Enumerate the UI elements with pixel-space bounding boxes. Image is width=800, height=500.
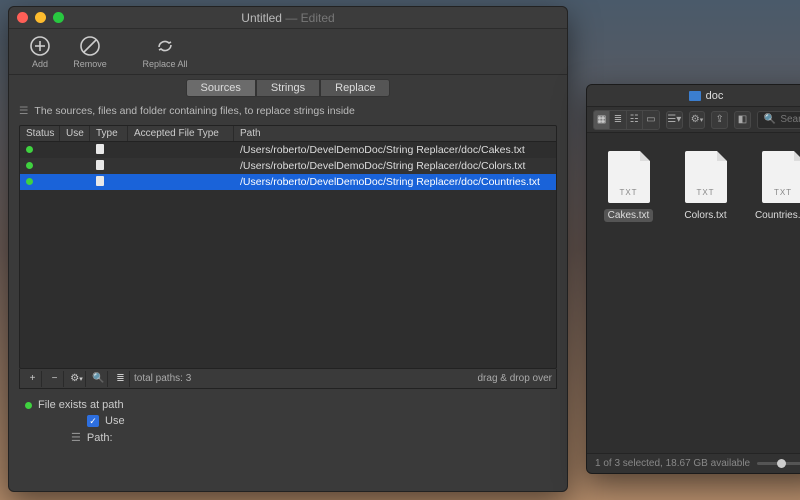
document-icon: TXT [762, 151, 800, 203]
file-exists-row: File exists at path [25, 397, 551, 413]
gear-icon: ⚙ [691, 114, 700, 125]
path-cell: /Users/roberto/DevelDemoDoc/String Repla… [234, 176, 556, 188]
file-icon [96, 176, 104, 186]
description-text: The sources, files and folder containing… [34, 105, 354, 117]
col-use[interactable]: Use [60, 126, 90, 141]
file-icon [96, 160, 104, 170]
add-row-button[interactable]: + [24, 371, 42, 387]
refresh-icon [154, 35, 176, 57]
finder-title: doc [706, 90, 724, 102]
no-circle-icon [79, 35, 101, 57]
col-path[interactable]: Path [234, 126, 556, 141]
finder-titlebar: doc [587, 85, 800, 107]
path-menu-icon[interactable]: ☰ [71, 431, 81, 444]
app-window: Untitled — Edited Add Remove Replace All… [8, 6, 568, 492]
finder-toolbar: ▦ ≣ ☷ ▭ ☰▾ ⚙▾ ⇪ ◧ 🔍 Search [587, 107, 800, 133]
file-icon [96, 144, 104, 154]
menu-icon[interactable]: ☰ [19, 105, 28, 117]
tab-replace[interactable]: Replace [320, 79, 390, 97]
tab-strings[interactable]: Strings [256, 79, 320, 97]
document-icon: TXT [608, 151, 650, 203]
status-dot-icon [26, 146, 33, 153]
drag-drop-hint: drag & drop over [478, 373, 553, 384]
add-button[interactable]: Add [19, 35, 61, 69]
finder-item[interactable]: TXTCountries.txt [755, 151, 800, 222]
add-label: Add [32, 59, 48, 69]
title-main: Untitled [241, 11, 282, 25]
footer: File exists at path ✓ Use ☰ Path: [9, 389, 567, 456]
share-button[interactable]: ⇪ [711, 111, 728, 129]
search-field[interactable]: 🔍 Search [757, 111, 800, 129]
search-placeholder: Search [780, 114, 800, 125]
group-by-button[interactable]: ☰▾ [666, 111, 683, 129]
title-suffix: — Edited [285, 11, 334, 25]
col-accepted-file-type[interactable]: Accepted File Type [128, 126, 234, 141]
view-segmented: ▦ ≣ ☷ ▭ [593, 110, 660, 130]
gear-icon: ⚙ [70, 373, 79, 384]
view-gallery-mode[interactable]: ▭ [643, 111, 659, 129]
view-list-mode[interactable]: ≣ [610, 111, 626, 129]
quicklook-button[interactable]: 🔍 [90, 371, 108, 387]
share-icon: ⇪ [716, 114, 724, 125]
table-body[interactable]: /Users/roberto/DevelDemoDoc/String Repla… [20, 142, 556, 368]
status-dot-icon [26, 162, 33, 169]
replace-all-label: Replace All [142, 59, 187, 69]
col-type[interactable]: Type [90, 126, 128, 141]
path-cell: /Users/roberto/DevelDemoDoc/String Repla… [234, 160, 556, 172]
sources-table: Status Use Type Accepted File Type Path … [19, 125, 557, 369]
magnify-icon: 🔍 [92, 373, 104, 384]
table-row[interactable]: /Users/roberto/DevelDemoDoc/String Repla… [20, 158, 556, 174]
path-label: Path: [87, 432, 113, 444]
tag-icon: ◧ [738, 114, 747, 125]
total-paths-label: total paths: 3 [134, 373, 191, 384]
file-name: Countries.txt [751, 209, 800, 222]
table-header: Status Use Type Accepted File Type Path [20, 126, 556, 142]
titlebar: Untitled — Edited [9, 7, 567, 29]
folder-icon [689, 91, 701, 101]
remove-button[interactable]: Remove [69, 35, 111, 69]
finder-item[interactable]: TXT Colors.txt [678, 151, 733, 222]
tab-sources[interactable]: Sources [186, 79, 256, 97]
table-row[interactable]: /Users/roberto/DevelDemoDoc/String Repla… [20, 174, 556, 190]
status-dot-icon [25, 402, 32, 409]
finder-icon-grid[interactable]: TXTCakes.txtTXTColors.txtTXTCountries.tx… [587, 133, 800, 453]
list-icon: ≣ [116, 373, 124, 384]
document-icon: TXT [685, 151, 727, 203]
path-cell: /Users/roberto/DevelDemoDoc/String Repla… [234, 144, 556, 156]
use-row: ✓ Use [87, 413, 551, 429]
action-menu-button[interactable]: ⚙▾ [689, 111, 706, 129]
remove-row-button[interactable]: − [46, 371, 64, 387]
gear-menu-button[interactable]: ⚙▾ [68, 371, 86, 387]
finder-status-text: 1 of 3 selected, 18.67 GB available [595, 458, 750, 469]
file-name: Colors.txt [680, 209, 730, 222]
path-row: ☰ Path: [71, 429, 551, 446]
col-status[interactable]: Status [20, 126, 60, 141]
finder-window: doc ▦ ≣ ☷ ▭ ☰▾ ⚙▾ ⇪ ◧ 🔍 Search TXT Cakes.… [586, 84, 800, 474]
file-exists-label: File exists at path [38, 399, 124, 411]
icon-size-slider[interactable] [757, 462, 800, 465]
toolbar: Add Remove Replace All [9, 29, 567, 75]
status-dot-icon [26, 178, 33, 185]
finder-statusbar: 1 of 3 selected, 18.67 GB available [587, 453, 800, 473]
use-checkbox[interactable]: ✓ [87, 415, 99, 427]
remove-label: Remove [73, 59, 107, 69]
window-title: Untitled — Edited [9, 11, 567, 25]
search-icon: 🔍 [764, 114, 776, 125]
table-row[interactable]: /Users/roberto/DevelDemoDoc/String Repla… [20, 142, 556, 158]
finder-item[interactable]: TXT Cakes.txt [601, 151, 656, 222]
plus-circle-icon [29, 35, 51, 57]
tags-button[interactable]: ◧ [734, 111, 751, 129]
replace-all-button[interactable]: Replace All [135, 35, 195, 69]
tabbar: Sources Strings Replace [9, 75, 567, 103]
view-icon-mode[interactable]: ▦ [594, 111, 610, 129]
table-bottombar: + − ⚙▾ 🔍 ≣ total paths: 3 drag & drop ov… [19, 369, 557, 389]
file-name: Cakes.txt [604, 209, 654, 222]
list-icon-button[interactable]: ≣ [112, 371, 130, 387]
view-column-mode[interactable]: ☷ [627, 111, 643, 129]
use-label: Use [105, 415, 125, 427]
description-row: ☰ The sources, files and folder containi… [9, 103, 567, 121]
